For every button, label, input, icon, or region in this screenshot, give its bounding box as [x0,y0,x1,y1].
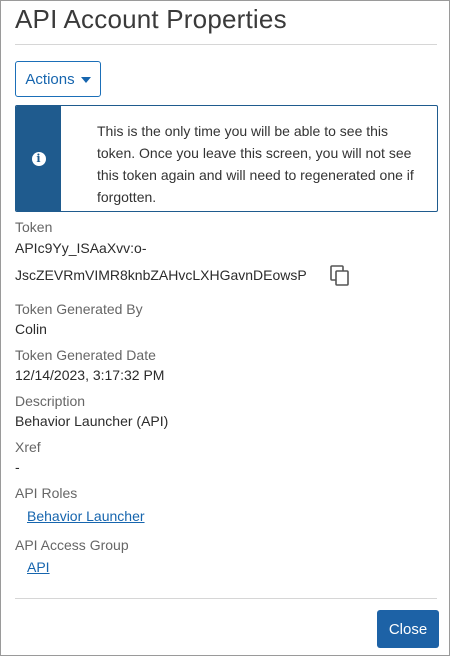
footer-divider [15,598,437,599]
api-access-group-label: API Access Group [15,537,129,553]
copy-icon[interactable] [330,265,350,292]
description-label: Description [15,393,86,409]
header-divider [15,44,437,45]
api-roles-label: API Roles [15,485,78,501]
token-label: Token [15,219,53,235]
close-button[interactable]: Close [377,610,439,648]
info-icon: i [31,151,46,166]
generated-by-value: Colin [15,321,47,337]
actions-dropdown-button[interactable]: Actions [15,61,101,97]
token-value-line-2: JscZEVRmVIMR8knbZAHvcLXHGavnDEowsP [15,267,307,283]
api-account-properties-dialog: API Account Properties Actions i This is… [0,0,450,656]
token-notice-banner: i This is the only time you will be able… [15,105,438,212]
description-value: Behavior Launcher (API) [15,413,169,429]
xref-label: Xref [15,439,41,455]
token-value-line-1: APIc9Yy_ISAaXvv:o- [15,240,147,256]
generated-date-value: 12/14/2023, 3:17:32 PM [15,367,165,383]
notice-strip: i [16,106,61,211]
api-access-group-link[interactable]: API [27,559,50,575]
generated-date-label: Token Generated Date [15,347,156,363]
xref-value: - [15,459,20,475]
dialog-title: API Account Properties [15,4,287,34]
caret-down-icon [80,77,91,83]
generated-by-label: Token Generated By [15,301,143,317]
api-role-link-behavior-launcher[interactable]: Behavior Launcher [27,508,145,524]
notice-text: This is the only time you will be able t… [97,123,414,205]
actions-button-label: Actions [25,70,75,88]
